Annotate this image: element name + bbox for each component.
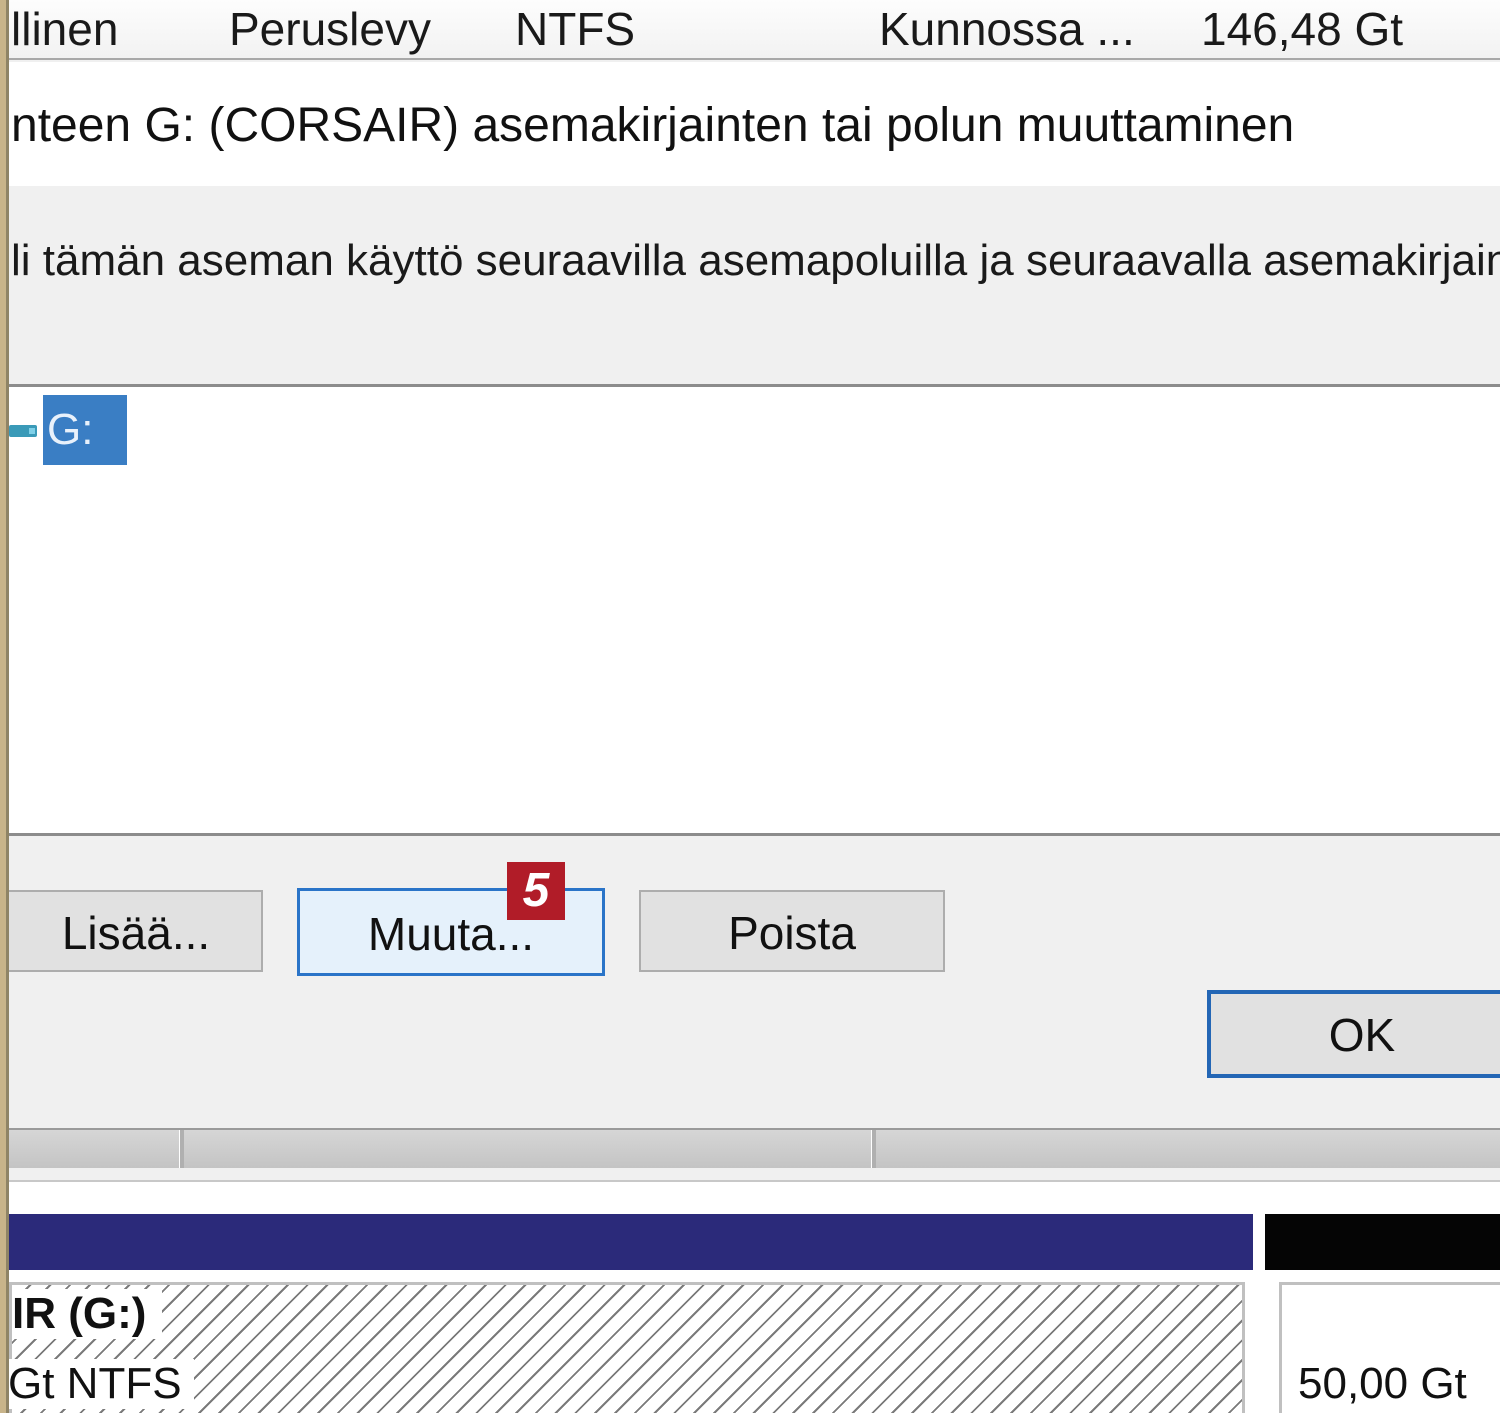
drive-icon	[9, 425, 37, 437]
unallocated-block[interactable]: 50,00 Gt	[1279, 1282, 1500, 1413]
dialog-title: nteen G: (CORSAIR) asemakirjainten tai p…	[11, 99, 1295, 152]
volume-layout-cell: Peruslevy	[229, 3, 431, 55]
volume-block[interactable]: IR (G:) Gt NTFS	[9, 1282, 1245, 1413]
volume-filesystem-cell: NTFS	[515, 3, 636, 55]
volume-label: IR (G:)	[12, 1289, 163, 1339]
ok-button[interactable]: OK	[1207, 990, 1500, 1078]
unallocated-color-bar	[1265, 1214, 1500, 1270]
dialog-description: li tämän aseman käyttö seuraavilla asema…	[11, 236, 1500, 285]
volume-type-cell: llinen	[11, 3, 119, 55]
column-divider[interactable]	[179, 1130, 184, 1168]
unallocated-size: 50,00 Gt	[1298, 1359, 1467, 1408]
column-header-strip	[9, 1128, 1500, 1168]
column-divider[interactable]	[871, 1130, 876, 1168]
disk-map: IR (G:) Gt NTFS 50,00 Gt	[9, 1180, 1500, 1413]
volume-info: Gt NTFS	[9, 1359, 194, 1409]
step-badge: 5	[507, 862, 565, 920]
dialog-title-bar: nteen G: (CORSAIR) asemakirjainten tai p…	[9, 62, 1500, 186]
window-frame: llinen Peruslevy NTFS Kunnossa ... 146,4…	[6, 0, 1500, 1413]
volume-list-row[interactable]: llinen Peruslevy NTFS Kunnossa ... 146,4…	[9, 0, 1500, 60]
volume-color-bar	[9, 1214, 1253, 1270]
remove-button[interactable]: Poista	[639, 890, 945, 972]
volume-capacity-cell: 146,48 Gt	[1201, 3, 1404, 55]
add-button[interactable]: Lisää...	[9, 890, 263, 972]
drive-path-item[interactable]: G:	[43, 395, 127, 465]
volume-status-cell: Kunnossa ...	[879, 3, 1135, 55]
drive-path-list[interactable]: G:	[9, 384, 1500, 836]
